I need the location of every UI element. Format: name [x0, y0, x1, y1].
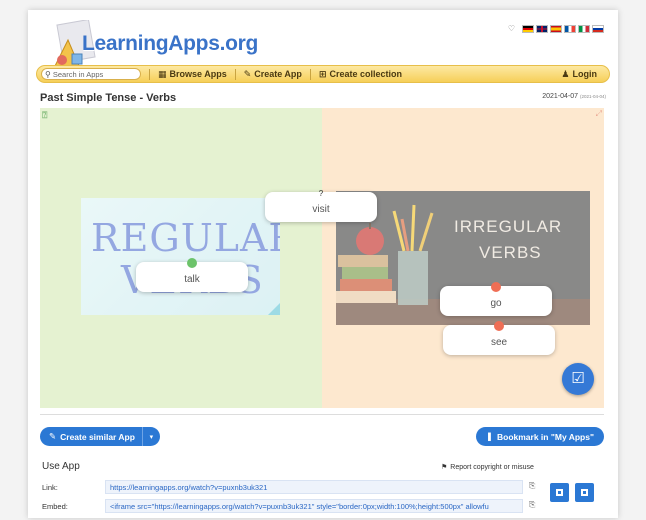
qr-code-icon[interactable] [550, 483, 569, 502]
regular-verbs-image: REGULAR VERBS [81, 198, 280, 315]
heart-icon[interactable]: ♡ [508, 24, 515, 33]
use-app-title: Use App [42, 461, 80, 472]
bookmark-icon: ❚ [485, 431, 493, 441]
app-area: ⍰ ⤢ REGULAR VERBS IRREGULAR [40, 108, 604, 408]
grid-icon: ▦ [158, 68, 167, 79]
flag-ru-icon[interactable] [592, 24, 604, 33]
flag-fr-icon[interactable] [564, 24, 576, 33]
login-link[interactable]: ♟ Login [561, 69, 597, 80]
browse-apps-link[interactable]: ▦ Browse Apps [158, 69, 227, 80]
pencil-icon: ✎ [243, 68, 252, 79]
verb-tile-talk[interactable]: talk [136, 258, 248, 292]
search-input[interactable]: ⚲ Search in Apps [41, 68, 141, 80]
search-icon: ⚲ [45, 69, 51, 79]
qr-code-icon[interactable] [575, 483, 594, 502]
corner-triangle-icon [268, 303, 280, 315]
incorrect-dot-icon [491, 282, 501, 292]
flag-icon: ⚑ [441, 464, 448, 471]
verb-tile-go[interactable]: go [440, 282, 552, 316]
create-similar-app-button[interactable]: ✎ Create similar App ▾ [40, 427, 160, 446]
flag-en-icon[interactable] [536, 24, 548, 33]
embed-label: Embed: [42, 502, 68, 511]
check-answers-button[interactable]: ☑ [562, 363, 594, 395]
edit-icon: ✎ [49, 431, 57, 441]
irregular-verbs-image-word: VERBS [479, 243, 542, 262]
fullscreen-icon[interactable]: ⤢ [596, 109, 602, 119]
language-selector: ♡ [508, 24, 604, 33]
collection-icon: ⊞ [318, 68, 327, 79]
create-collection-link[interactable]: ⊞ Create collection [319, 69, 402, 80]
irregular-image-word: IRREGULAR [454, 217, 563, 236]
copy-icon[interactable]: ⎘ [529, 500, 535, 510]
copy-icon[interactable]: ⎘ [529, 481, 535, 491]
user-icon: ♟ [561, 68, 570, 79]
create-app-link[interactable]: ✎ Create App [244, 69, 302, 80]
correct-dot-icon [187, 258, 197, 268]
embed-field[interactable]: <iframe src="https://learningapps.org/wa… [105, 499, 523, 513]
page-title: Past Simple Tense - Verbs [40, 92, 177, 104]
regular-image-word: REGULAR [91, 216, 280, 260]
app-date: 2021-04-07 (2021-04-04) [542, 93, 606, 100]
brand-name: LearningApps.org [82, 32, 259, 55]
search-placeholder: Search in Apps [52, 69, 104, 79]
help-icon[interactable]: ⍰ [42, 110, 52, 120]
main-card: LearningApps.org ♡ ⚲ Search in Apps ▦ Br… [28, 10, 618, 518]
verb-tile-visit[interactable]: ? visit [265, 189, 377, 222]
flag-it-icon[interactable] [578, 24, 590, 33]
verb-tile-see[interactable]: see [443, 321, 555, 355]
check-icon: ☑ [571, 370, 585, 387]
incorrect-dot-icon [494, 321, 504, 331]
link-field[interactable]: https://learningapps.org/watch?v=puxnb3u… [105, 480, 523, 494]
flag-es-icon[interactable] [550, 24, 562, 33]
report-link[interactable]: ⚑ Report copyright or misuse [441, 463, 534, 472]
flag-de-icon[interactable] [522, 24, 534, 33]
main-navbar: ⚲ Search in Apps ▦ Browse Apps ✎ Create … [36, 65, 610, 83]
link-label: Link: [42, 483, 58, 492]
bookmark-button[interactable]: ❚ Bookmark in "My Apps" [475, 427, 604, 446]
chevron-down-icon[interactable]: ▾ [141, 427, 160, 446]
unassigned-marker: ? [318, 189, 324, 198]
